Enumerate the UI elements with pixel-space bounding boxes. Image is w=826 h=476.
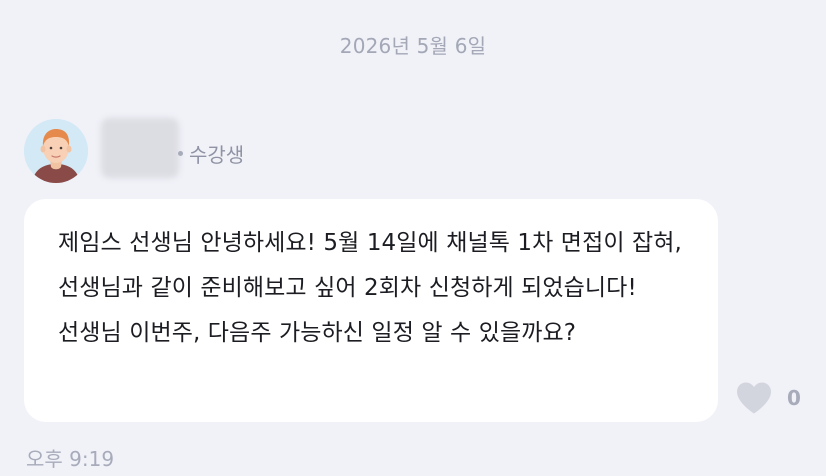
like-count: 0 (787, 386, 801, 410)
message-bubble[interactable]: 제임스 선생님 안녕하세요! 5월 14일에 채널톡 1차 면접이 잡혀, 선생… (24, 199, 718, 422)
sender-meta: 수강생 (178, 139, 244, 168)
sender-avatar[interactable] (24, 119, 88, 183)
like-button[interactable]: 0 (735, 381, 801, 415)
avatar-illustration (24, 119, 88, 183)
message-timestamp: 오후 9:19 (26, 447, 115, 471)
separator-dot (178, 151, 183, 156)
heart-icon (737, 382, 771, 414)
message-text: 제임스 선생님 안녕하세요! 5월 14일에 채널톡 1차 면접이 잡혀, 선생… (58, 230, 682, 346)
date-divider: 2026년 5월 6일 (339, 34, 487, 58)
sender-name-redacted (101, 118, 179, 178)
sender-role: 수강생 (189, 143, 245, 167)
